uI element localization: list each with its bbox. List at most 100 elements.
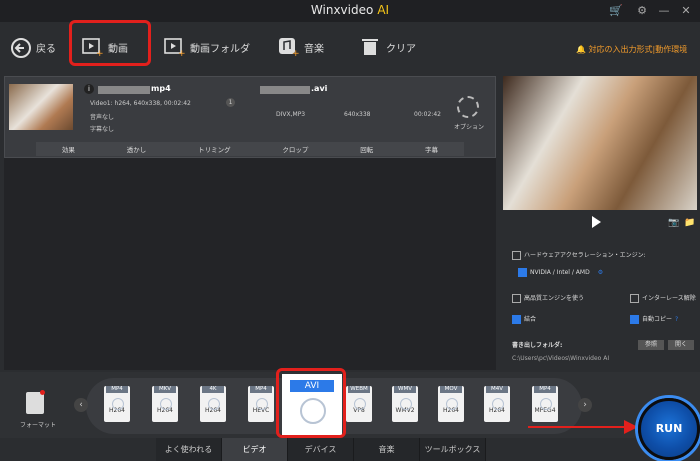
rotate-button[interactable]: 回転 bbox=[360, 144, 373, 154]
category-tabs: よく使われる ビデオ デバイス 音楽 ツールボックス bbox=[156, 438, 486, 461]
svg-text:+: + bbox=[292, 49, 300, 57]
open-folder-button[interactable]: 開く bbox=[668, 340, 694, 350]
source-filename: mp4 bbox=[151, 84, 171, 93]
redacted-output-name bbox=[260, 86, 310, 94]
format-m4v-h264[interactable]: M4V H264 bbox=[484, 386, 510, 422]
minimize-icon[interactable]: — bbox=[656, 3, 672, 19]
alarm-icon: 🔔 bbox=[576, 45, 589, 54]
format-tag: MOV bbox=[440, 386, 462, 393]
hw-accel-option[interactable]: ハードウェアアクセラレーション・エンジン: bbox=[512, 250, 646, 260]
video-thumbnail[interactable] bbox=[9, 84, 73, 130]
music-icon: + bbox=[278, 37, 300, 59]
format-webm-vp8[interactable]: WEBM VP8 bbox=[346, 386, 372, 422]
clear-label: クリア bbox=[386, 43, 416, 55]
auto-copy-checkbox[interactable] bbox=[630, 315, 639, 324]
format-mp4-mpeg4[interactable]: MP4 MPEG4 bbox=[532, 386, 558, 422]
hw-accel-checkbox[interactable] bbox=[512, 251, 521, 260]
play-icon[interactable] bbox=[592, 216, 601, 228]
format-tag: MP4 bbox=[106, 386, 128, 393]
output-codec: DIVX,MP3 bbox=[276, 111, 306, 118]
gpu-option[interactable]: NVIDIA / Intel / AMD ⚙ bbox=[518, 268, 603, 277]
info-icon[interactable]: i bbox=[84, 84, 94, 94]
output-filename[interactable]: .avi bbox=[311, 84, 327, 93]
folder-icon[interactable]: 📁 bbox=[684, 218, 695, 228]
avi-highlight bbox=[276, 368, 346, 438]
video-button-highlight bbox=[69, 20, 151, 66]
video-folder-icon: + bbox=[164, 37, 186, 59]
format-doc-icon[interactable] bbox=[26, 392, 44, 414]
format-mp4-h264[interactable]: MP4 H264 bbox=[104, 386, 130, 422]
output-duration: 00:02:42 bbox=[414, 111, 441, 118]
format-label[interactable]: フォーマット bbox=[20, 420, 56, 429]
trim-button[interactable]: トリミング bbox=[198, 144, 231, 154]
format-mp4-hevc[interactable]: MP4 HEVC bbox=[248, 386, 274, 422]
effect-button[interactable]: 効果 bbox=[62, 144, 75, 154]
format-tag: WEBM bbox=[348, 386, 370, 393]
back-arrow-icon bbox=[10, 37, 32, 58]
crop-button[interactable]: クロップ bbox=[282, 144, 308, 154]
subtitle-track[interactable]: 字幕なし bbox=[90, 124, 114, 133]
format-link-text: 対応の入出力形式|動作環境 bbox=[588, 45, 688, 54]
subtitle-button[interactable]: 字幕 bbox=[425, 144, 438, 154]
gear-icon[interactable]: ⚙ bbox=[634, 3, 650, 19]
format-tag: MKV bbox=[154, 386, 176, 393]
app-title: Winxvideo AI bbox=[310, 3, 390, 17]
output-folder-label: 書き出しフォルダ: bbox=[512, 342, 563, 349]
format-support-link[interactable]: 🔔 対応の入出力形式|動作環境 bbox=[576, 44, 687, 55]
auto-copy-option[interactable]: 自動コピー? bbox=[630, 314, 678, 324]
interlace-option[interactable]: インターレース解除 bbox=[630, 293, 696, 303]
preview-player bbox=[503, 76, 697, 210]
merge-checkbox[interactable] bbox=[512, 315, 521, 324]
format-mov-h264[interactable]: MOV H264 bbox=[438, 386, 464, 422]
format-tag: MP4 bbox=[250, 386, 272, 393]
hw-accel-label: ハードウェアアクセラレーション・エンジン: bbox=[524, 252, 646, 259]
add-folder-label: 動画フォルダ bbox=[190, 43, 250, 55]
back-label: 戻る bbox=[36, 43, 56, 55]
tab-popular[interactable]: よく使われる bbox=[156, 438, 222, 461]
add-music-label: 音楽 bbox=[304, 43, 324, 55]
clear-button[interactable]: クリア bbox=[360, 30, 416, 64]
hq-engine-label: 高品質エンジンを使う bbox=[524, 295, 585, 302]
interlace-checkbox[interactable] bbox=[630, 294, 639, 303]
gpu-settings-icon[interactable]: ⚙ bbox=[598, 269, 603, 276]
trash-icon bbox=[360, 37, 382, 57]
merge-option[interactable]: 結合 bbox=[512, 314, 536, 324]
add-music-button[interactable]: + 音楽 bbox=[278, 30, 324, 64]
format-4k-h264[interactable]: 4K H264 bbox=[200, 386, 226, 422]
output-resolution: 640x338 bbox=[344, 111, 371, 118]
tab-music[interactable]: 音楽 bbox=[354, 438, 420, 461]
merge-label: 結合 bbox=[524, 316, 537, 323]
format-tag: WMV bbox=[394, 386, 416, 393]
option-label[interactable]: オプション bbox=[454, 122, 484, 131]
auto-copy-label: 自動コピー bbox=[642, 316, 673, 323]
carousel-right-arrow[interactable]: › bbox=[578, 398, 592, 412]
gpu-label: NVIDIA / Intel / AMD bbox=[530, 269, 590, 276]
gear-option-icon[interactable] bbox=[457, 96, 479, 118]
format-wmv-wmv2[interactable]: WMV WMV2 bbox=[392, 386, 418, 422]
tab-device[interactable]: デバイス bbox=[288, 438, 354, 461]
interlace-label: インターレース解除 bbox=[642, 295, 696, 302]
browse-button[interactable]: 参照 bbox=[638, 340, 664, 350]
carousel-left-arrow[interactable]: ‹ bbox=[74, 398, 88, 412]
tab-video[interactable]: ビデオ bbox=[222, 438, 288, 461]
gpu-checkbox[interactable] bbox=[518, 268, 527, 277]
output-path[interactable]: C:\Users\pc\Videos\Winxvideo AI bbox=[512, 355, 609, 362]
annotation-arrow bbox=[528, 426, 634, 428]
cart-icon[interactable]: 🛒 bbox=[608, 3, 624, 19]
edit-toolbar: 効果 透かし トリミング クロップ 回転 字幕 bbox=[36, 142, 464, 156]
annotation-arrowhead bbox=[624, 420, 638, 434]
format-tag: MP4 bbox=[534, 386, 556, 393]
add-folder-button[interactable]: + 動画フォルダ bbox=[164, 30, 250, 64]
snapshot-icon[interactable]: 📷 bbox=[668, 218, 679, 228]
format-tag: 4K bbox=[202, 386, 224, 393]
close-icon[interactable]: ✕ bbox=[678, 3, 694, 19]
hq-engine-checkbox[interactable] bbox=[512, 294, 521, 303]
format-mkv-h264[interactable]: MKV H264 bbox=[152, 386, 178, 422]
tab-toolbox[interactable]: ツールボックス bbox=[420, 438, 486, 461]
help-icon[interactable]: ? bbox=[675, 316, 678, 323]
run-button[interactable]: RUN bbox=[638, 398, 700, 460]
watermark-button[interactable]: 透かし bbox=[127, 144, 147, 154]
back-button[interactable]: 戻る bbox=[10, 30, 56, 64]
hq-engine-option[interactable]: 高品質エンジンを使う bbox=[512, 293, 584, 303]
audio-track[interactable]: 音声なし bbox=[90, 112, 114, 121]
